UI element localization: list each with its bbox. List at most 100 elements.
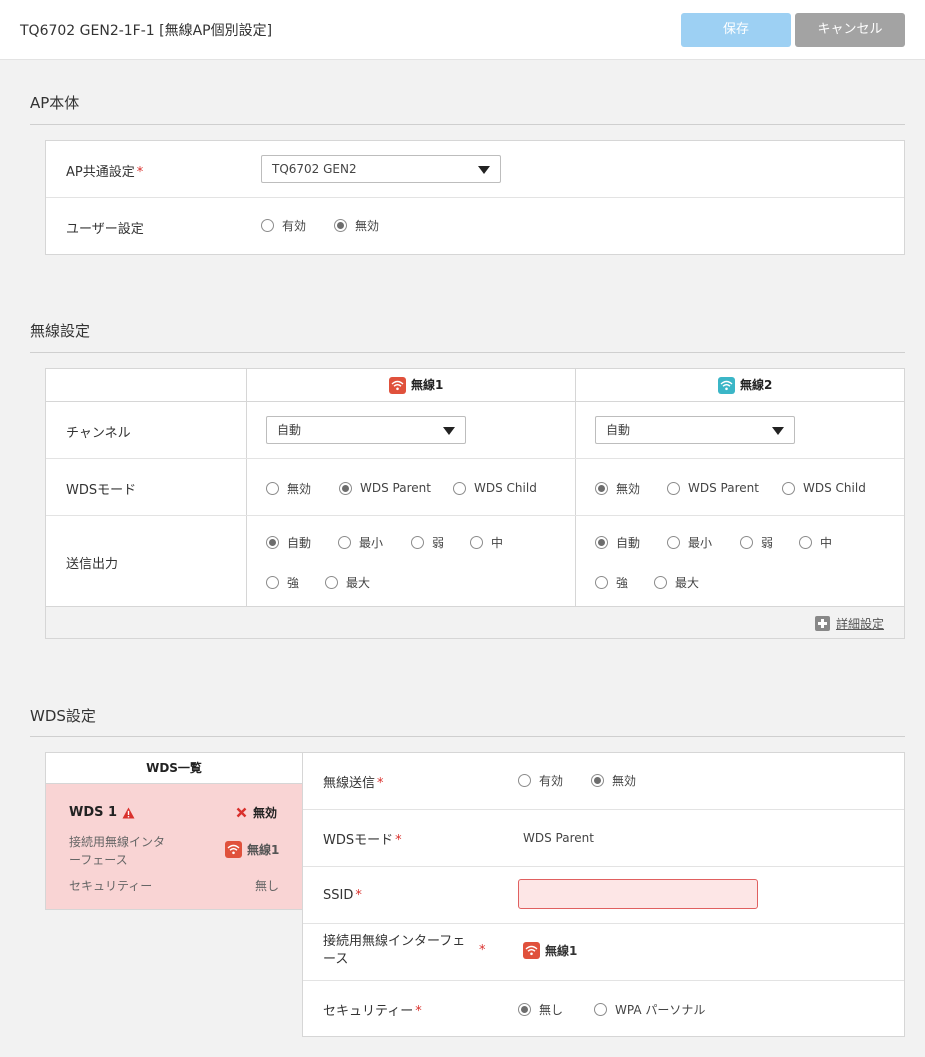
power2-weak-radio[interactable]: 弱 xyxy=(740,534,773,551)
radio-label: 無効 xyxy=(287,482,312,496)
radio-label: 自動 xyxy=(287,536,312,550)
wds-security-row: セキュリティー * 無し WPA パーソナル xyxy=(303,981,904,1037)
radio-checked-icon xyxy=(339,481,352,495)
wireless-panel-footer: 詳細設定 xyxy=(46,607,904,638)
tx-power-label: 送信出力 xyxy=(66,557,119,572)
radio-checked-icon xyxy=(266,536,279,549)
wds-transmit-disabled-radio[interactable]: 無効 xyxy=(591,772,636,789)
column-divider xyxy=(246,369,247,607)
chevron-down-icon xyxy=(772,427,784,435)
wds1-parent-radio[interactable]: WDS Parent xyxy=(339,481,431,495)
user-setting-label: ユーザー設定 xyxy=(66,222,144,237)
wds-iface-value: 無線1 xyxy=(523,942,577,959)
row-divider xyxy=(46,401,904,402)
user-enabled-radio[interactable]: 有効 xyxy=(261,217,306,234)
wds1-disabled-radio[interactable]: 無効 xyxy=(266,480,311,497)
wifi-icon xyxy=(225,841,242,858)
chevron-down-icon xyxy=(443,427,455,435)
radio-label: 強 xyxy=(616,576,629,590)
radio-label: WDS Parent xyxy=(360,481,431,495)
save-button[interactable]: 保存 xyxy=(681,13,791,47)
wireless1-header: 無線1 xyxy=(389,376,443,394)
wds-card-security-label: セキュリティー xyxy=(69,879,153,893)
detail-settings-label: 詳細設定 xyxy=(835,617,884,631)
wds-security-none-radio[interactable]: 無し xyxy=(518,1001,563,1018)
power1-strong-radio[interactable]: 強 xyxy=(266,574,299,591)
radio-icon xyxy=(594,1003,607,1016)
radio-label: 無効 xyxy=(616,482,641,496)
radio-checked-icon xyxy=(518,1003,531,1016)
wds-card-name: WDS 1 xyxy=(69,805,135,820)
power2-auto-radio[interactable]: 自動 xyxy=(595,534,640,551)
power2-mid-radio[interactable]: 中 xyxy=(799,534,832,551)
detail-settings-link[interactable]: 詳細設定 xyxy=(814,615,884,632)
wifi-icon xyxy=(389,377,406,394)
close-icon xyxy=(236,807,247,818)
radio-icon xyxy=(595,576,608,589)
channel1-select-value: 自動 xyxy=(277,423,302,437)
wds-card-name-text: WDS 1 xyxy=(69,805,118,820)
radio-label: 最大 xyxy=(346,576,371,590)
power1-weak-radio[interactable]: 弱 xyxy=(411,534,444,551)
radio-checked-icon xyxy=(591,774,604,787)
wds-card-status-text: 無効 xyxy=(253,806,278,820)
radio-icon xyxy=(411,536,424,549)
channel2-select[interactable]: 自動 xyxy=(595,416,795,444)
wds-transmit-enabled-radio[interactable]: 有効 xyxy=(518,772,563,789)
radio-icon xyxy=(325,576,338,589)
radio-icon xyxy=(470,536,483,549)
ap-settings-panel: AP共通設定 * TQ6702 GEN2 ユーザー設定 有効 無効 xyxy=(45,140,905,255)
wds2-parent-radio[interactable]: WDS Parent xyxy=(667,481,759,495)
user-setting-row: ユーザー設定 有効 無効 xyxy=(46,198,904,255)
radio-icon xyxy=(782,481,795,495)
wds-card-iface-label: 接続用無線インターフェース xyxy=(69,835,166,867)
wds-ssid-row: SSID * xyxy=(303,867,904,924)
ssid-input[interactable] xyxy=(518,879,758,909)
radio-label: 弱 xyxy=(761,536,774,550)
power1-max-radio[interactable]: 最大 xyxy=(325,574,370,591)
wds-list-item[interactable]: WDS 1 無効 接続用無線インターフェース 無線1 セキュリティー 無し xyxy=(46,784,302,909)
radio-icon xyxy=(518,774,531,787)
power2-max-radio[interactable]: 最大 xyxy=(654,574,699,591)
power1-auto-radio[interactable]: 自動 xyxy=(266,534,311,551)
wds-security-wpa-radio[interactable]: WPA パーソナル xyxy=(594,1001,705,1018)
radio-label: WDS Child xyxy=(803,481,866,495)
radio-label: WDS Child xyxy=(474,481,537,495)
channel1-select[interactable]: 自動 xyxy=(266,416,466,444)
cancel-button[interactable]: キャンセル xyxy=(795,13,905,47)
radio-label: 無し xyxy=(539,1003,564,1017)
radio-label: 有効 xyxy=(539,774,564,788)
wds1-child-radio[interactable]: WDS Child xyxy=(453,481,537,495)
wifi-icon xyxy=(523,942,540,959)
radio-label: 強 xyxy=(287,576,300,590)
section-divider xyxy=(30,352,905,353)
wds-card-security-value: 無し xyxy=(254,879,279,893)
wds-mode-form-label: WDSモード * xyxy=(323,833,402,848)
ap-common-select[interactable]: TQ6702 GEN2 xyxy=(261,155,501,183)
radio-icon xyxy=(667,536,680,549)
power2-min-radio[interactable]: 最小 xyxy=(667,534,712,551)
section-divider xyxy=(30,124,905,125)
required-mark: * xyxy=(479,943,486,958)
wds-list-title: WDS一覧 xyxy=(46,753,302,784)
wds2-child-radio[interactable]: WDS Child xyxy=(782,481,866,495)
wds2-disabled-radio[interactable]: 無効 xyxy=(595,480,640,497)
radio-icon xyxy=(261,219,274,232)
radio-icon xyxy=(453,481,466,495)
power2-strong-radio[interactable]: 強 xyxy=(595,574,628,591)
wds-list-panel: WDS一覧 WDS 1 無効 接続用無線インターフェース 無線1 セキュリティー… xyxy=(45,752,303,910)
radio-label: 無効 xyxy=(612,774,637,788)
radio-icon xyxy=(799,536,812,549)
user-disabled-radio[interactable]: 無効 xyxy=(334,217,379,234)
wds-transmit-label: 無線送信 * xyxy=(323,776,384,791)
power1-min-radio[interactable]: 最小 xyxy=(338,534,383,551)
wds-card-iface-text: 無線1 xyxy=(247,843,280,857)
radio-icon xyxy=(654,576,667,589)
radio-icon xyxy=(266,576,279,589)
power1-mid-radio[interactable]: 中 xyxy=(470,534,503,551)
wds-iface-row: 接続用無線インターフェース * 無線1 xyxy=(303,924,904,981)
ap-common-select-value: TQ6702 GEN2 xyxy=(272,162,357,176)
ap-common-label: AP共通設定 * xyxy=(66,165,144,180)
page-title: TQ6702 GEN2-1F-1 [無線AP個別設定] xyxy=(20,23,273,39)
wireless2-header: 無線2 xyxy=(718,376,772,394)
